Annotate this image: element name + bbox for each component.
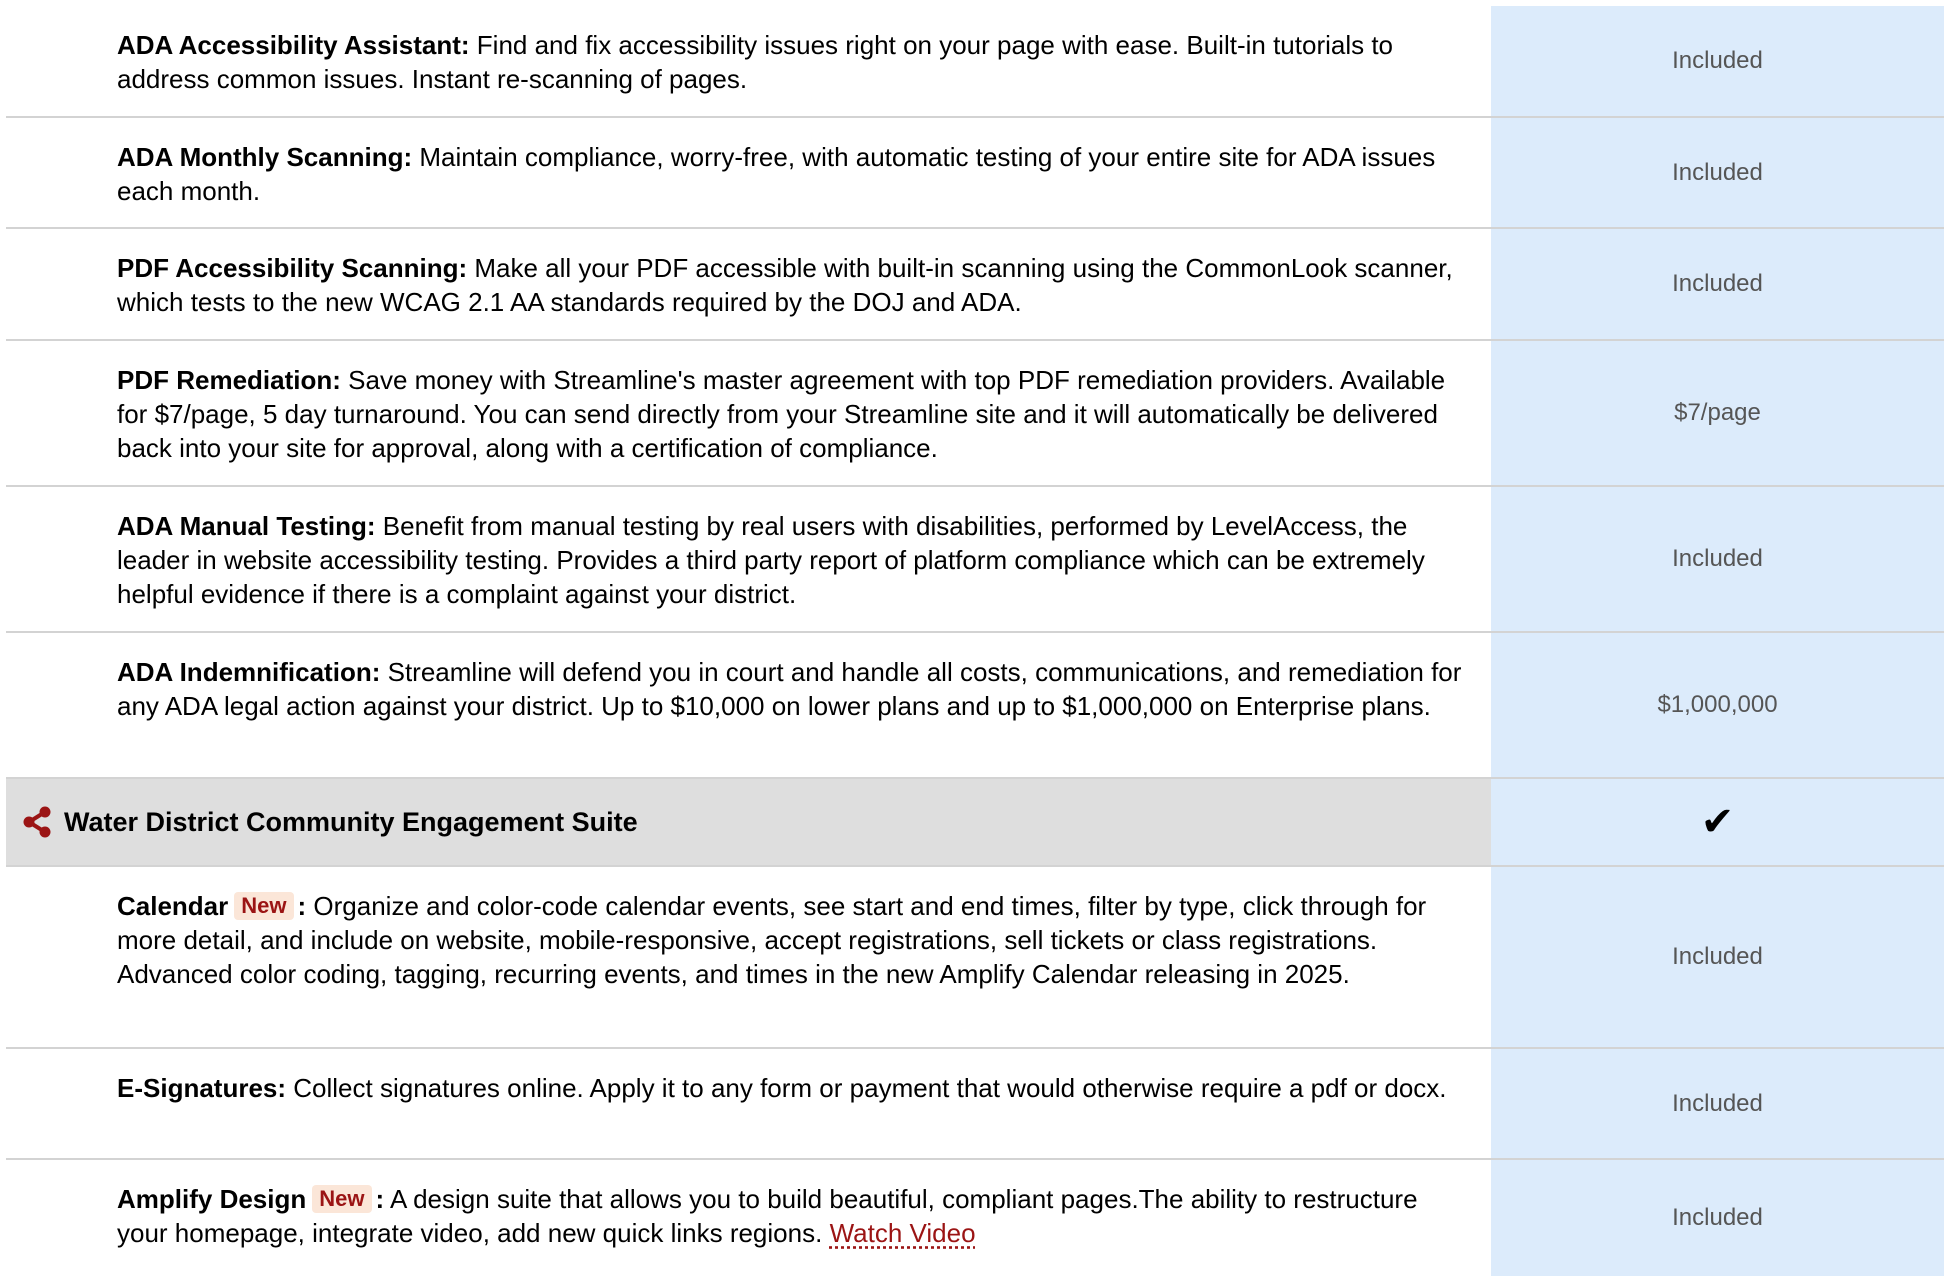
- feature-description: ADA Monthly Scanning: Maintain complianc…: [6, 118, 1491, 227]
- table-row: PDF Remediation: Save money with Streaml…: [6, 341, 1944, 487]
- feature-description: E-Signatures: Collect signatures online.…: [6, 1049, 1491, 1158]
- feature-value: Included: [1491, 6, 1944, 116]
- new-badge: New: [312, 1185, 372, 1213]
- watch-video-link[interactable]: Watch Video: [830, 1218, 976, 1248]
- feature-description: ADA Accessibility Assistant: Find and fi…: [6, 6, 1491, 116]
- table-row: ADA Manual Testing: Benefit from manual …: [6, 487, 1944, 633]
- feature-title: E-Signatures:: [117, 1073, 287, 1103]
- section-value: ✔: [1491, 779, 1944, 865]
- feature-title: ADA Manual Testing:: [117, 511, 376, 541]
- feature-title: ADA Accessibility Assistant:: [117, 30, 470, 60]
- feature-title-colon: :: [375, 1184, 385, 1214]
- feature-value: Included: [1491, 118, 1944, 227]
- feature-value: Included: [1491, 1049, 1944, 1158]
- feature-title: Amplify Design: [117, 1184, 307, 1214]
- features-table: ADA Accessibility Assistant: Find and fi…: [6, 6, 1944, 1276]
- section-title: Water District Community Engagement Suit…: [64, 807, 638, 837]
- section-header[interactable]: Water District Community Engagement Suit…: [6, 779, 1491, 865]
- feature-value: Included: [1491, 1160, 1944, 1276]
- table-row: E-Signatures: Collect signatures online.…: [6, 1049, 1944, 1160]
- feature-text: Collect signatures online. Apply it to a…: [293, 1073, 1447, 1103]
- feature-description: PDF Remediation: Save money with Streaml…: [6, 341, 1491, 485]
- section-header-row[interactable]: Water District Community Engagement Suit…: [6, 779, 1944, 867]
- new-badge: New: [234, 892, 294, 920]
- feature-description: ADA Indemnification: Streamline will def…: [6, 633, 1491, 777]
- feature-title: PDF Accessibility Scanning:: [117, 253, 468, 283]
- feature-text: Organize and color-code calendar events,…: [117, 891, 1427, 989]
- feature-title: ADA Indemnification:: [117, 657, 381, 687]
- table-row: ADA Monthly Scanning: Maintain complianc…: [6, 118, 1944, 229]
- feature-description: Amplify Design New: A design suite that a…: [6, 1160, 1491, 1276]
- feature-value: Included: [1491, 487, 1944, 631]
- feature-value: $1,000,000: [1491, 633, 1944, 777]
- checkmark-icon: ✔: [1700, 800, 1735, 844]
- feature-description: Calendar New: Organize and color-code cal…: [6, 867, 1491, 1047]
- share-icon: [23, 806, 51, 838]
- feature-title-colon: :: [297, 891, 307, 921]
- table-row: Amplify Design New: A design suite that a…: [6, 1160, 1944, 1276]
- feature-value: Included: [1491, 229, 1944, 339]
- table-row: ADA Indemnification: Streamline will def…: [6, 633, 1944, 779]
- table-row: Calendar New: Organize and color-code cal…: [6, 867, 1944, 1049]
- feature-description: ADA Manual Testing: Benefit from manual …: [6, 487, 1491, 631]
- feature-value: $7/page: [1491, 341, 1944, 485]
- feature-value: Included: [1491, 867, 1944, 1047]
- feature-title: Calendar: [117, 891, 229, 921]
- feature-description: PDF Accessibility Scanning: Make all you…: [6, 229, 1491, 339]
- table-row: ADA Accessibility Assistant: Find and fi…: [6, 6, 1944, 118]
- feature-title: PDF Remediation:: [117, 365, 341, 395]
- table-row: PDF Accessibility Scanning: Make all you…: [6, 229, 1944, 341]
- feature-title: ADA Monthly Scanning:: [117, 142, 413, 172]
